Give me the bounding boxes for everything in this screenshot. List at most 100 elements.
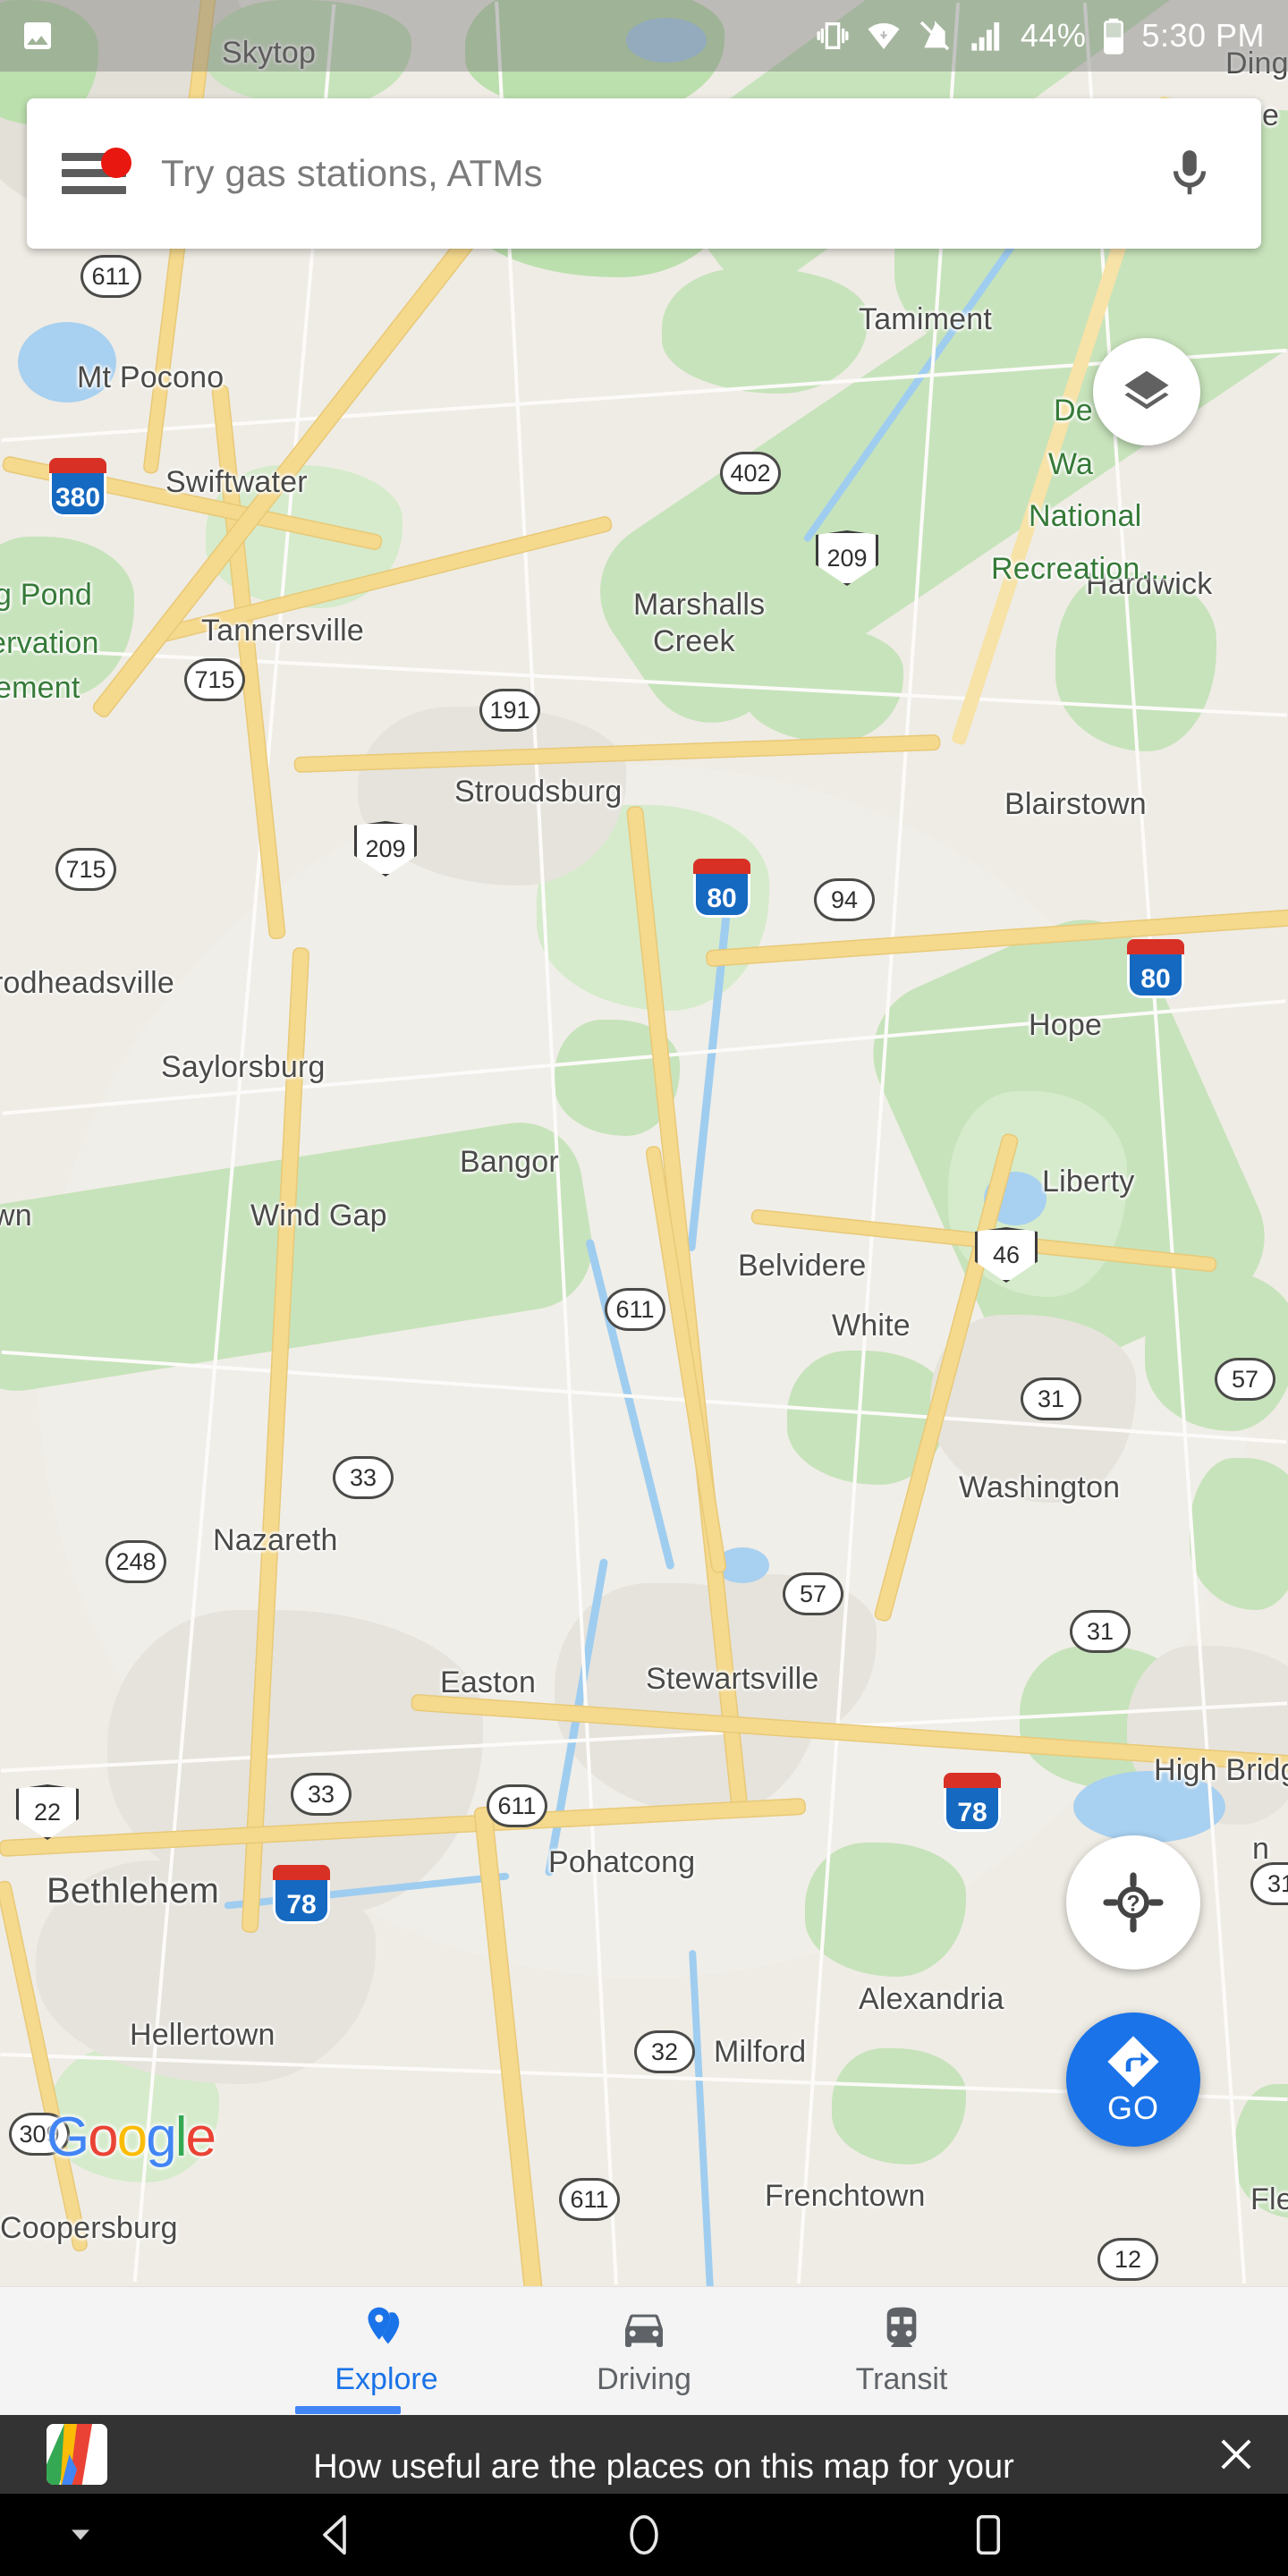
route-shield-611[interactable]: 611: [605, 1288, 665, 1331]
wifi-icon: [868, 23, 900, 49]
route-shield-number: 611: [570, 2185, 609, 2213]
route-shield-57[interactable]: 57: [1215, 1358, 1275, 1401]
tab-driving-label: Driving: [597, 2362, 691, 2396]
route-shield-33[interactable]: 33: [333, 1456, 394, 1499]
map-place-label[interactable]: Stroudsburg: [454, 775, 622, 809]
route-shield-number: 209: [826, 544, 868, 572]
route-shield-611[interactable]: 611: [487, 1784, 547, 1827]
map-place-label[interactable]: Stewartsville: [646, 1662, 818, 1697]
route-shield-33[interactable]: 33: [291, 1773, 352, 1816]
home-button[interactable]: [564, 2494, 724, 2576]
signal-bars-icon: [971, 22, 1000, 51]
tab-explore[interactable]: Explore: [258, 2287, 515, 2397]
map-place-label[interactable]: Marshalls: [633, 588, 765, 623]
recents-button[interactable]: [908, 2494, 1069, 2576]
route-shield-number: 611: [497, 1792, 537, 1819]
photo-icon: [24, 22, 51, 49]
map-park-label[interactable]: Recreation…: [991, 552, 1171, 587]
my-location-button[interactable]: ?: [1066, 1835, 1200, 1970]
map-place-label[interactable]: Nazareth: [213, 1523, 338, 1558]
notification-dot: [101, 148, 131, 178]
map-place-label[interactable]: Hope: [1029, 1008, 1102, 1043]
android-navigation-bar[interactable]: [0, 2494, 1288, 2576]
map-place-label[interactable]: rodheadsville: [0, 966, 174, 1001]
map-place-label[interactable]: Easton: [440, 1665, 536, 1700]
map-place-label[interactable]: Mt Pocono: [77, 360, 224, 395]
route-shield-611[interactable]: 611: [80, 255, 141, 298]
survey-close-button[interactable]: [1193, 2415, 1279, 2494]
map-place-label[interactable]: Bethlehem: [47, 1871, 219, 1911]
map-place-label[interactable]: Pohatcong: [548, 1845, 695, 1880]
route-shield-32[interactable]: 32: [634, 2030, 695, 2073]
map-place-label[interactable]: Tannersville: [201, 614, 364, 648]
search-bar[interactable]: Try gas stations, ATMs: [27, 98, 1261, 249]
map-place-label[interactable]: Tamiment: [859, 302, 992, 337]
map-park-label[interactable]: Wa: [1048, 447, 1093, 482]
route-shield-57[interactable]: 57: [783, 1572, 843, 1615]
route-shield-402[interactable]: 402: [720, 452, 781, 495]
layers-button[interactable]: [1093, 338, 1200, 445]
explore-pin-icon: [368, 2307, 400, 2344]
map-park-label[interactable]: De: [1054, 394, 1093, 428]
survey-banner[interactable]: How useful are the places on this map fo…: [0, 2415, 1288, 2494]
map-place-label[interactable]: Blairstown: [1004, 787, 1147, 822]
google-logo-letter: o: [88, 2106, 119, 2168]
map-place-label[interactable]: Swiftwater: [165, 465, 308, 500]
map-place-label[interactable]: Belvidere: [738, 1249, 867, 1284]
directions-arrow-icon: [1107, 2036, 1159, 2088]
clock-label: 5:30 PM: [1141, 17, 1265, 54]
map-place-label[interactable]: Saylorsburg: [161, 1050, 326, 1085]
map-park-label[interactable]: ervation: [0, 626, 99, 661]
map-place-label[interactable]: Bangor: [460, 1145, 559, 1180]
route-shield-12[interactable]: 12: [1097, 2238, 1158, 2281]
bottom-navigation-bar[interactable]: Explore Driving Transit: [0, 2286, 1288, 2422]
back-button[interactable]: [256, 2494, 417, 2576]
route-shield-31[interactable]: 31: [1021, 1377, 1081, 1420]
search-input[interactable]: Try gas stations, ATMs: [161, 152, 1118, 195]
map-place-label[interactable]: Wind Gap: [250, 1199, 387, 1233]
map-place-label[interactable]: Milford: [714, 2035, 806, 2070]
google-logo-letter: g: [146, 2106, 177, 2168]
route-shield-number: 31: [1037, 1385, 1065, 1412]
route-shield-191[interactable]: 191: [479, 689, 540, 732]
route-shield-number: 31: [1267, 1869, 1288, 1897]
park-polygon: [832, 2048, 966, 2165]
map-place-label[interactable]: White: [832, 1309, 911, 1343]
map-park-label[interactable]: National: [1029, 499, 1141, 534]
map-place-label[interactable]: wn: [0, 1199, 32, 1233]
route-shield-380[interactable]: 380: [49, 458, 106, 517]
route-shield-80[interactable]: 80: [693, 859, 750, 918]
tab-transit[interactable]: Transit: [773, 2287, 1030, 2397]
route-shield-611[interactable]: 611: [559, 2178, 620, 2221]
map-place-label[interactable]: Coopersburg: [0, 2211, 178, 2246]
route-shield-number: 46: [992, 1241, 1021, 1268]
go-directions-button[interactable]: GO: [1066, 2012, 1200, 2147]
route-shield-715[interactable]: 715: [184, 658, 245, 701]
map-place-label[interactable]: Fler: [1250, 2182, 1288, 2217]
map-place-label[interactable]: n: [1252, 1832, 1269, 1867]
route-shield-80[interactable]: 80: [1127, 939, 1184, 998]
map-place-label[interactable]: Alexandria: [859, 1982, 1004, 2017]
voice-search-button[interactable]: [1118, 98, 1261, 249]
chevron-down-icon: [72, 2529, 89, 2540]
map-place-label[interactable]: Liberty: [1042, 1165, 1134, 1199]
map-park-label[interactable]: g Pond: [0, 578, 92, 613]
route-shield-94[interactable]: 94: [814, 878, 875, 921]
route-shield-number: 611: [91, 262, 131, 290]
hide-keyboard-button[interactable]: [0, 2494, 161, 2576]
map-place-label[interactable]: Hellertown: [130, 2018, 275, 2053]
route-shield-number: 380: [55, 483, 101, 513]
map-place-label[interactable]: Frenchtown: [765, 2179, 926, 2214]
map-place-label[interactable]: Creek: [653, 624, 735, 659]
route-shield-78[interactable]: 78: [273, 1865, 330, 1924]
route-shield-number: 715: [194, 665, 235, 693]
menu-button[interactable]: [27, 98, 161, 249]
map-park-label[interactable]: ement: [0, 671, 80, 706]
map-place-label[interactable]: High Bridg: [1154, 1753, 1288, 1788]
route-shield-31[interactable]: 31: [1070, 1610, 1131, 1653]
route-shield-248[interactable]: 248: [106, 1540, 166, 1583]
route-shield-78[interactable]: 78: [944, 1773, 1001, 1832]
tab-driving[interactable]: Driving: [515, 2287, 773, 2397]
route-shield-715[interactable]: 715: [55, 848, 116, 891]
map-place-label[interactable]: Washington: [959, 1470, 1120, 1505]
